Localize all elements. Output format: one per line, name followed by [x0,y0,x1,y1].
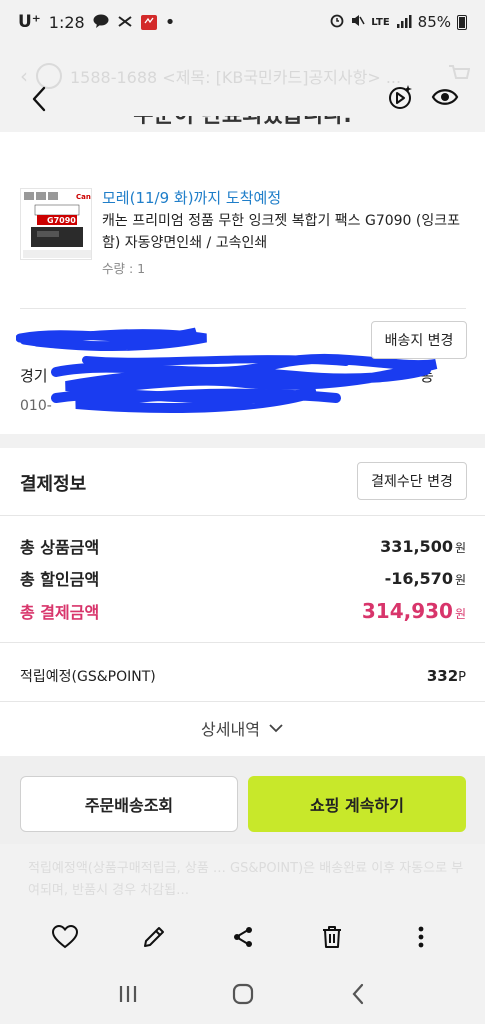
share-icon [233,927,252,947]
points-label: 적립예정(GS&POINT) [20,669,156,685]
details-toggle-label: 상세내역 [201,720,260,739]
battery-icon [457,14,467,30]
favorite-button[interactable] [45,917,85,957]
chat-bubble-icon [93,14,109,31]
home-button[interactable] [223,974,263,1014]
points-value: 332P [426,667,466,685]
change-address-button[interactable]: 배송지 변경 [371,321,467,359]
amount-label: 총 상품금액 [20,538,100,557]
pencil-icon [143,927,164,947]
product-name[interactable]: 캐논 프리미엄 정품 무한 잉크젯 복합기 팩스 G7090 (잉크포함) 자동… [102,210,470,254]
mute-icon [350,13,365,31]
order-tracking-button[interactable]: 주문배송조회 [20,776,238,832]
signal-icon [396,14,412,31]
carrier-label: U⁺ [18,12,41,32]
view-button[interactable] [428,80,462,114]
more-vertical-icon [418,926,423,948]
product-thumbnail: Canon G7090 [20,188,92,260]
total-product-amount-row: 총 상품금액 331,500 원 [20,532,466,560]
more-options-button[interactable] [401,917,441,957]
share-button[interactable] [223,917,263,957]
product-quantity: 수량 : 1 [102,261,146,276]
battery-percent: 85% [417,13,451,31]
alarm-icon [330,13,344,31]
divider [0,515,485,516]
system-back-button[interactable] [338,974,378,1014]
total-discount-row: 총 할인금액 -16,570 원 [20,564,466,592]
amount-value: -16,570 원 [384,568,466,588]
faded-notice-text: 적립예정액(상품구매적립금, 상품 … GS&POINT)은 배송완료 이후 자… [28,861,464,898]
details-toggle[interactable]: 상세내역 [0,702,485,754]
amount-label: 총 결제금액 [20,603,100,622]
amount-label: 총 할인금액 [20,570,100,589]
back-button[interactable] [22,82,56,116]
chevron-left-icon [32,86,46,112]
total-payment-row: 총 결제금액 314,930 원 [20,597,466,625]
delete-button[interactable] [312,917,352,957]
continue-shopping-button[interactable]: 쇼핑 계속하기 [248,776,466,832]
product-item[interactable]: Canon G7090 모레(11/9 화)까지 도착예정 캐논 프리미엄 정품… [20,186,470,286]
svg-text:Canon: Canon [76,193,92,201]
delivery-eta: 모레(11/9 화)까지 도착예정 [102,189,282,207]
play-sparkle-icon [389,85,412,109]
page-title: 주문이 완료되었습니다. [0,116,485,138]
recent-apps-icon [119,986,136,1002]
edit-button[interactable] [134,917,174,957]
recent-apps-button[interactable] [108,974,148,1014]
clock: 1:28 [48,12,85,32]
payment-section-title: 결제정보 [20,474,87,495]
divider [20,308,466,309]
section-gap [0,434,485,448]
app-notification-icon [140,14,157,30]
phone-number: 010- [20,398,52,414]
eye-icon [431,89,459,105]
missed-call-icon [117,14,133,31]
home-icon [232,983,253,1005]
points-row: 적립예정(GS&POINT) 332P [20,662,466,690]
back-arrow-icon [352,983,363,1005]
gallery-action-bar [0,912,485,962]
faded-page-title: 1588-1688 <제목: [KB국민카드]공지사항> ... [70,68,402,87]
change-payment-method-button[interactable]: 결제수단 변경 [357,462,467,500]
address-line: 경기 동 [20,367,434,385]
svg-text:G7090: G7090 [47,216,76,225]
network-type: LTE [371,16,390,28]
heart-icon [51,925,78,949]
amount-value: 314,930 원 [361,599,466,623]
trash-icon [322,926,341,948]
chevron-down-icon [269,724,283,733]
status-bar: U⁺ 1:28 • LTE 85% [0,0,485,44]
more-notifications-dot: • [164,11,176,33]
remaster-button[interactable] [383,80,417,114]
amount-value: 331,500 원 [380,536,466,556]
system-nav-bar [0,964,485,1024]
divider [0,642,485,643]
